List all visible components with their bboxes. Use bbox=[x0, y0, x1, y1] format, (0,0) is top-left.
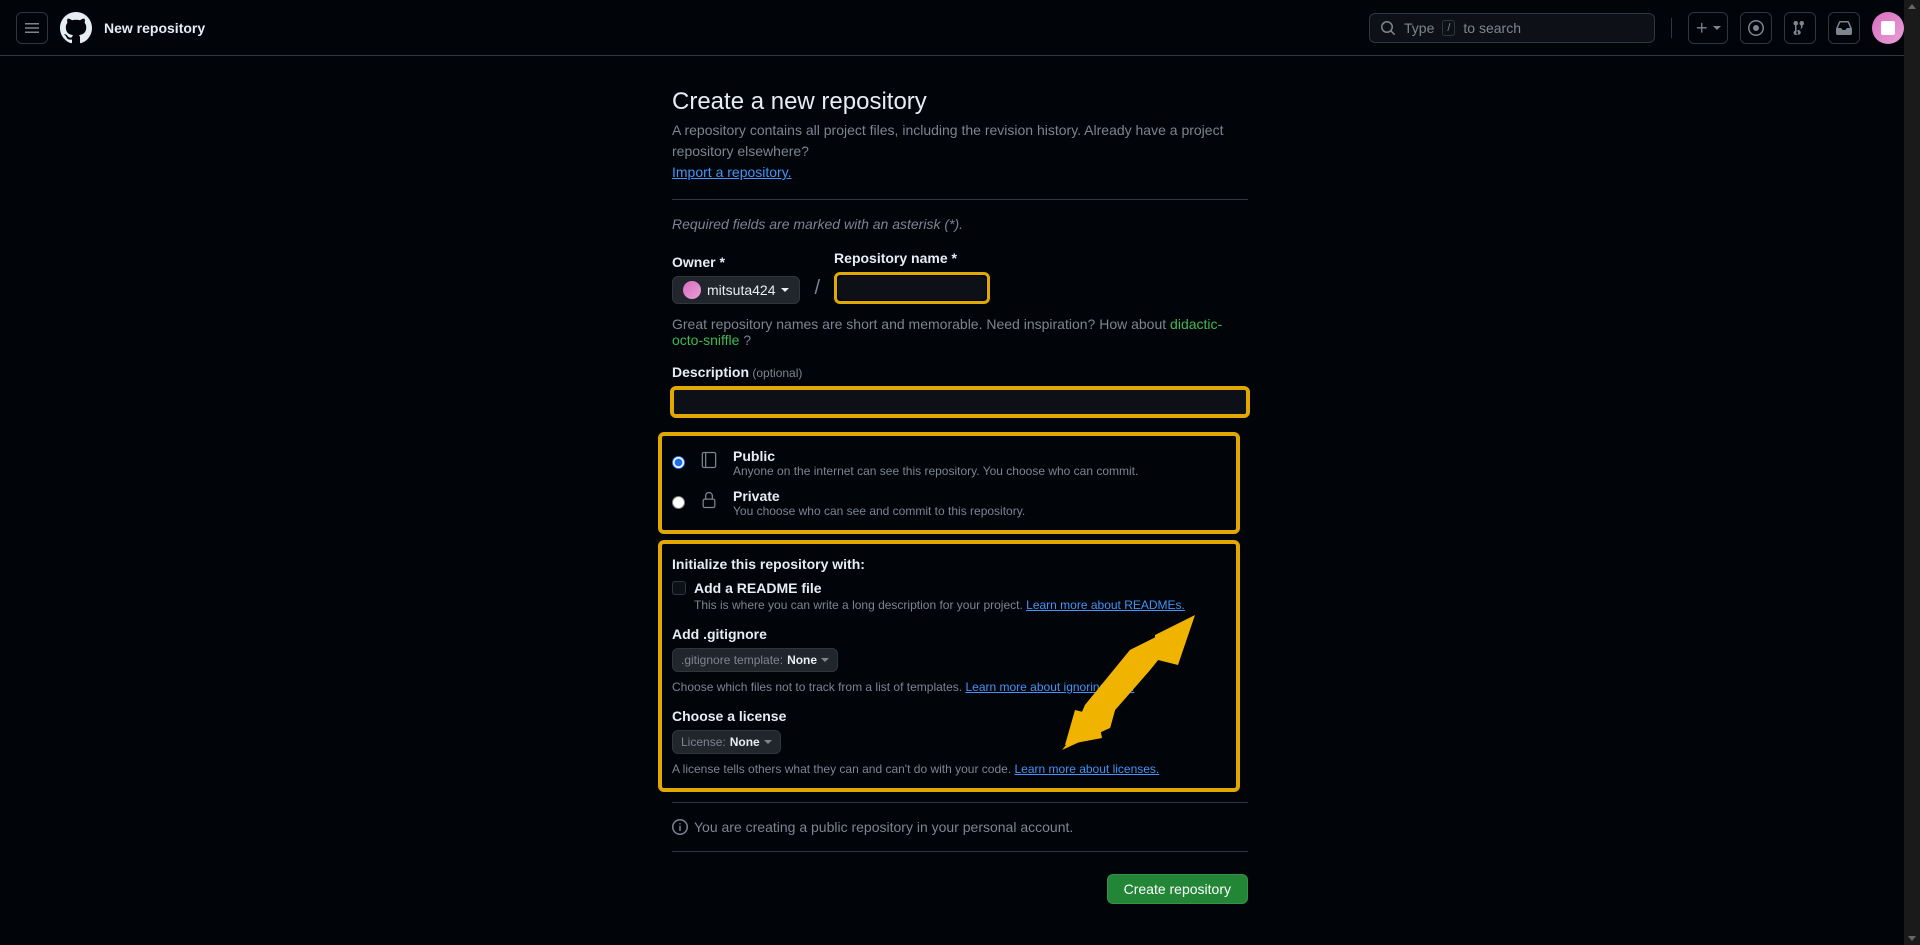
create-new-button[interactable] bbox=[1688, 12, 1728, 44]
hamburger-icon bbox=[24, 20, 40, 36]
license-heading: Choose a license bbox=[672, 708, 1226, 724]
description-label: Description (optional) bbox=[672, 364, 1248, 380]
github-icon bbox=[60, 12, 92, 44]
inbox-icon bbox=[1836, 20, 1852, 36]
readme-checkbox[interactable] bbox=[672, 581, 686, 595]
caret-down-icon bbox=[1713, 26, 1721, 30]
caret-down-icon bbox=[821, 658, 829, 662]
gitignore-link[interactable]: Learn more about ignoring files. bbox=[965, 680, 1134, 694]
readme-link[interactable]: Learn more about READMEs. bbox=[1026, 598, 1185, 612]
description-highlight bbox=[670, 386, 1250, 418]
main-content: Create a new repository A repository con… bbox=[0, 56, 1920, 904]
gitignore-select[interactable]: .gitignore template: None bbox=[672, 648, 838, 672]
scroll-down-icon[interactable] bbox=[1908, 936, 1916, 941]
search-suffix: to search bbox=[1463, 20, 1521, 36]
info-icon bbox=[672, 819, 688, 835]
info-text: You are creating a public repository in … bbox=[694, 819, 1073, 835]
visibility-section: Public Anyone on the internet can see th… bbox=[658, 432, 1240, 534]
suggestion-text: Great repository names are short and mem… bbox=[672, 316, 1248, 348]
private-desc: You choose who can see and commit to thi… bbox=[733, 504, 1226, 518]
notifications-button[interactable] bbox=[1828, 12, 1860, 44]
visibility-public-radio[interactable] bbox=[672, 456, 685, 469]
license-desc: A license tells others what they can and… bbox=[672, 762, 1226, 776]
github-logo[interactable] bbox=[60, 12, 92, 44]
menu-button[interactable] bbox=[16, 12, 48, 44]
license-select[interactable]: License: None bbox=[672, 730, 781, 754]
caret-down-icon bbox=[764, 740, 772, 744]
app-header: New repository Type / to search bbox=[0, 0, 1920, 56]
search-icon bbox=[1380, 20, 1396, 36]
required-note: Required fields are marked with an aster… bbox=[672, 216, 1248, 232]
description-input[interactable] bbox=[674, 390, 1246, 414]
scrollbar[interactable] bbox=[1904, 0, 1920, 945]
issue-icon bbox=[1748, 20, 1764, 36]
plus-icon bbox=[1695, 21, 1709, 35]
visibility-private-radio[interactable] bbox=[672, 496, 685, 509]
owner-avatar-icon bbox=[683, 281, 701, 299]
search-input[interactable]: Type / to search bbox=[1369, 13, 1655, 43]
slash-separator: / bbox=[808, 277, 826, 304]
search-prefix: Type bbox=[1404, 20, 1434, 36]
repo-name-input[interactable] bbox=[838, 276, 986, 300]
owner-select[interactable]: mitsuta424 bbox=[672, 276, 800, 304]
readme-desc: This is where you can write a long descr… bbox=[694, 598, 1226, 612]
owner-label: Owner * bbox=[672, 254, 800, 270]
create-repository-button[interactable]: Create repository bbox=[1107, 874, 1248, 904]
initialize-section: Initialize this repository with: Add a R… bbox=[658, 540, 1240, 792]
user-avatar[interactable] bbox=[1872, 12, 1904, 44]
scroll-up-icon[interactable] bbox=[1908, 4, 1916, 9]
pull-requests-button[interactable] bbox=[1784, 12, 1816, 44]
page-title: New repository bbox=[104, 20, 205, 36]
info-row: You are creating a public repository in … bbox=[672, 819, 1248, 835]
caret-down-icon bbox=[781, 288, 789, 292]
heading: Create a new repository bbox=[672, 88, 1248, 116]
repo-icon bbox=[699, 450, 719, 470]
license-link[interactable]: Learn more about licenses. bbox=[1015, 762, 1160, 776]
pull-request-icon bbox=[1792, 20, 1808, 36]
gitignore-desc: Choose which files not to track from a l… bbox=[672, 680, 1226, 694]
private-title: Private bbox=[733, 488, 1226, 504]
search-kbd: / bbox=[1442, 20, 1455, 36]
gitignore-heading: Add .gitignore bbox=[672, 626, 1226, 642]
init-heading: Initialize this repository with: bbox=[672, 556, 1226, 572]
readme-label: Add a README file bbox=[694, 580, 822, 596]
repo-name-highlight bbox=[834, 272, 990, 304]
public-desc: Anyone on the internet can see this repo… bbox=[733, 464, 1226, 478]
repo-name-label: Repository name * bbox=[834, 250, 990, 266]
import-link[interactable]: Import a repository. bbox=[672, 164, 792, 180]
owner-value: mitsuta424 bbox=[707, 282, 775, 298]
lock-icon bbox=[699, 490, 719, 510]
public-title: Public bbox=[733, 448, 1226, 464]
subtitle: A repository contains all project files,… bbox=[672, 120, 1248, 183]
issues-button[interactable] bbox=[1740, 12, 1772, 44]
